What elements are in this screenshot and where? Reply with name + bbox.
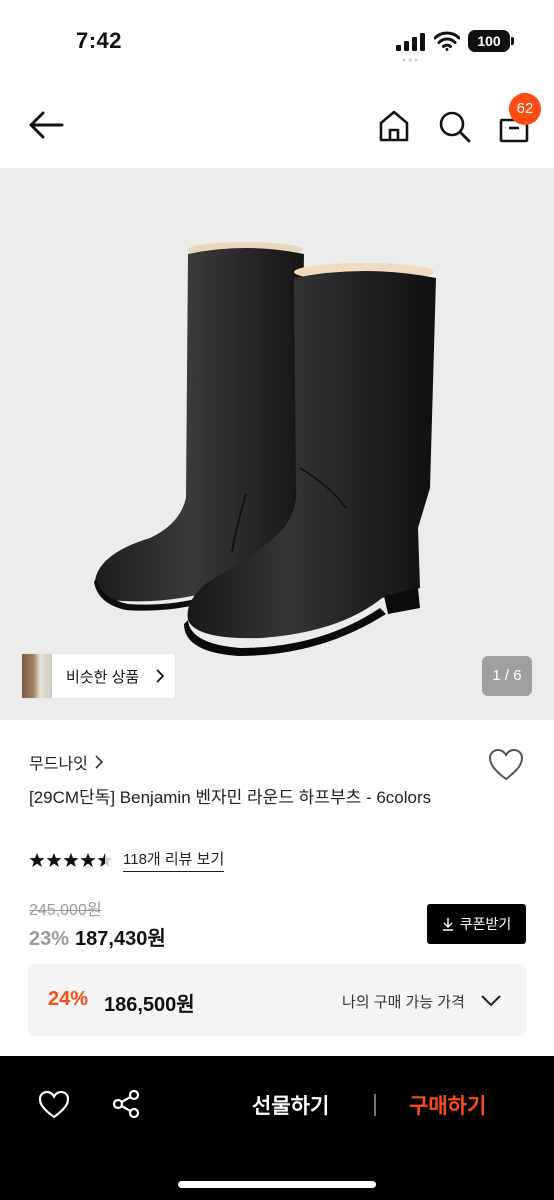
back-arrow-icon[interactable] xyxy=(26,108,66,142)
wifi-icon xyxy=(434,31,460,51)
status-time: 7:42 xyxy=(76,28,123,53)
brand-name: 무드나잇 xyxy=(29,756,88,773)
coupon-button[interactable]: 쿠폰받기 xyxy=(427,904,526,944)
camera-indicator-icon xyxy=(402,58,418,62)
star-icon xyxy=(29,853,45,867)
star-icon xyxy=(46,853,62,867)
my-price-label: 나의 구매 가능 가격 xyxy=(342,994,465,1011)
wishlist-heart-icon[interactable] xyxy=(488,748,524,782)
review-link[interactable]: 118개 리뷰 보기 xyxy=(123,848,225,872)
product-image-carousel[interactable]: 비슷한 상품 1 / 6 xyxy=(0,168,554,720)
top-navigation: 62 xyxy=(0,90,554,166)
discount-rate: 23% xyxy=(29,928,70,950)
search-icon[interactable] xyxy=(436,108,472,144)
rating-stars xyxy=(29,852,113,868)
cart-badge: 62 xyxy=(509,93,541,125)
product-photo-boots xyxy=(94,242,436,656)
heart-icon[interactable] xyxy=(38,1090,70,1120)
signal-icon xyxy=(396,33,425,51)
product-rating: 118개 리뷰 보기 xyxy=(29,848,225,872)
buy-button[interactable]: 구매하기 xyxy=(409,1090,486,1120)
battery-cap xyxy=(511,37,514,45)
chevron-right-icon xyxy=(145,654,175,698)
chevron-right-icon xyxy=(95,755,104,769)
star-icon xyxy=(97,853,113,867)
home-icon[interactable] xyxy=(376,108,412,144)
my-discount-rate: 24% xyxy=(48,988,89,1010)
original-price: 245,000원 xyxy=(29,902,102,919)
price-line: 23% 187,430원 xyxy=(29,922,166,951)
image-pager: 1 / 6 xyxy=(482,656,532,696)
similar-products-button[interactable]: 비슷한 상품 xyxy=(22,654,176,698)
coupon-label: 쿠폰받기 xyxy=(459,916,512,932)
download-icon xyxy=(442,918,453,931)
gift-button[interactable]: 선물하기 xyxy=(252,1090,329,1120)
my-price: 186,500원 xyxy=(104,994,195,1016)
home-indicator xyxy=(178,1181,376,1188)
battery-icon: 100 xyxy=(468,30,510,52)
product-title: [29CM단독] Benjamin 벤자민 라운드 하프부츠 - 6colors xyxy=(29,788,432,807)
chevron-down-icon xyxy=(481,995,501,1007)
similar-products-label: 비슷한 상품 xyxy=(66,668,140,686)
share-icon[interactable] xyxy=(110,1088,142,1120)
bottom-action-bar: 선물하기 구매하기 xyxy=(0,1056,554,1200)
my-price-box[interactable]: 24% 186,500원 나의 구매 가능 가격 xyxy=(28,964,526,1036)
divider xyxy=(374,1094,376,1116)
star-icon xyxy=(80,853,96,867)
status-bar: 7:42 100 xyxy=(0,0,554,80)
similar-thumbnail xyxy=(22,654,52,698)
brand-link[interactable]: 무드나잇 xyxy=(29,750,104,774)
sale-price: 187,430원 xyxy=(75,928,166,950)
star-icon xyxy=(63,853,79,867)
